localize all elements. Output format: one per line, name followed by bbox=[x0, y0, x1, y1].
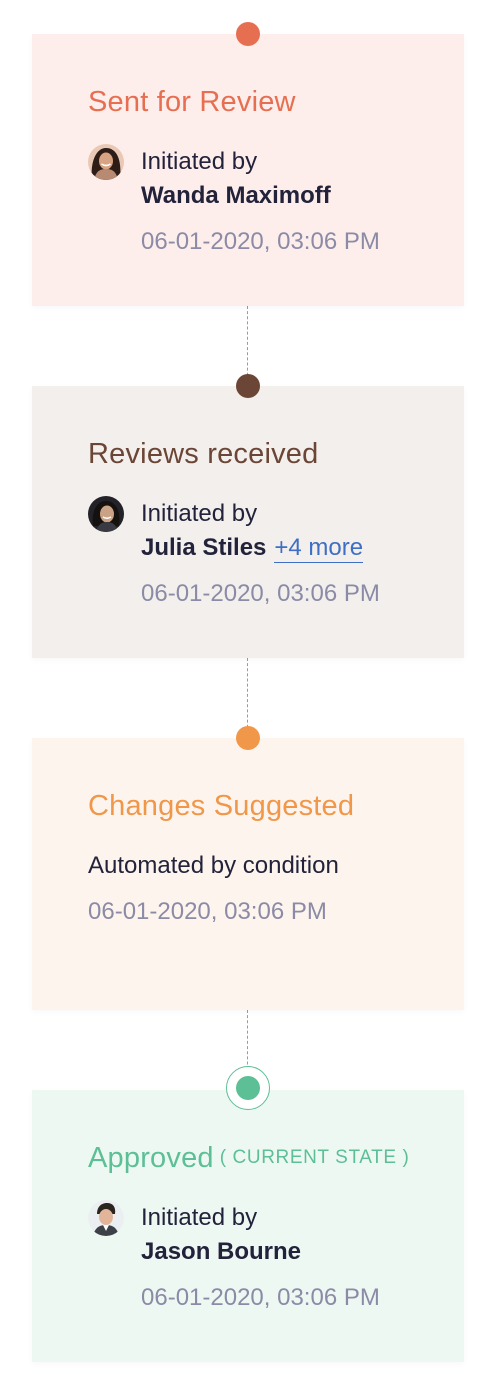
user-avatar-icon bbox=[88, 496, 124, 532]
timestamp: 06-01-2020, 03:06 PM bbox=[141, 1284, 380, 1311]
avatar bbox=[88, 496, 124, 532]
state-title: Sent for Review bbox=[88, 86, 296, 118]
current-status-dot bbox=[226, 1066, 270, 1110]
timestamp: 06-01-2020, 03:06 PM bbox=[141, 228, 380, 255]
user-avatar-icon bbox=[88, 144, 124, 180]
timestamp: 06-01-2020, 03:06 PM bbox=[88, 898, 327, 925]
timestamp: 06-01-2020, 03:06 PM bbox=[141, 580, 380, 607]
status-dot bbox=[236, 374, 260, 398]
timeline-card-sent-for-review: Sent for Review Initiated by Wanda Maxim… bbox=[32, 34, 464, 306]
timeline-card-reviews-received: Reviews received Initiated by Julia Stil… bbox=[32, 386, 464, 658]
initiator-line: Julia Stiles +4 more bbox=[141, 534, 364, 563]
initiator-name: Wanda Maximoff bbox=[141, 182, 331, 209]
initiator-name: Julia Stiles bbox=[141, 534, 267, 561]
timeline-card-approved: Approved( CURRENT STATE ) Initiated by J… bbox=[32, 1090, 464, 1362]
timeline-card-changes-suggested: Changes Suggested Automated by condition… bbox=[32, 738, 464, 1010]
status-dot bbox=[236, 726, 260, 750]
avatar bbox=[88, 144, 124, 180]
current-state-badge: ( CURRENT STATE ) bbox=[219, 1147, 410, 1168]
initiated-by-label: Initiated by bbox=[141, 1204, 258, 1231]
current-status-dot-inner bbox=[236, 1076, 260, 1100]
automated-label: Automated by condition bbox=[88, 852, 339, 879]
state-title: Changes Suggested bbox=[88, 790, 355, 822]
initiator-name: Jason Bourne bbox=[141, 1238, 302, 1265]
initiated-by-label: Initiated by bbox=[141, 500, 258, 527]
initiated-by-label: Initiated by bbox=[141, 148, 258, 175]
state-title: Approved( CURRENT STATE ) bbox=[88, 1142, 409, 1175]
state-title-text: Approved bbox=[88, 1142, 214, 1174]
avatar bbox=[88, 1200, 124, 1236]
state-title: Reviews received bbox=[88, 438, 319, 470]
status-dot bbox=[236, 22, 260, 46]
user-avatar-icon bbox=[88, 1200, 124, 1236]
more-reviewers-link[interactable]: +4 more bbox=[274, 534, 364, 563]
